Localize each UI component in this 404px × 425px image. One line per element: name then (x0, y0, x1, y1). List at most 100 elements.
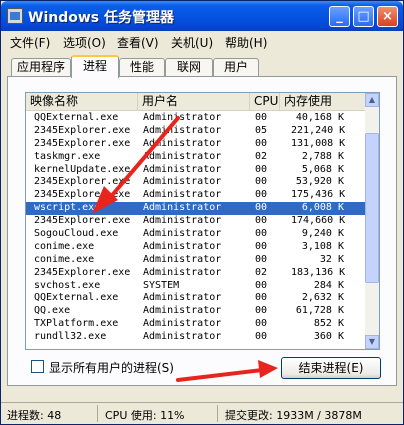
status-divider (97, 405, 98, 422)
show-all-users-checkbox[interactable] (31, 360, 44, 373)
task-manager-window: Windows 任务管理器 _ □ × 文件(F) 选项(O) 查看(V) 关机… (0, 0, 404, 425)
process-row[interactable]: 2345Explorer.exe Administrator 02 183,136 K (26, 267, 367, 280)
process-memory: 284 K (313, 279, 344, 291)
process-row[interactable]: QQExternal.exe Administrator 00 40,168 K (26, 112, 367, 125)
process-memory: 40,168 K (295, 112, 344, 123)
process-row[interactable]: taskmgr.exe Administrator 02 2,788 K (26, 151, 367, 164)
minimize-button[interactable]: _ (329, 6, 350, 27)
menu-shutdown[interactable]: 关机(U) (171, 34, 213, 51)
menu-help[interactable]: 帮助(H) (225, 34, 267, 51)
process-cpu: 00 (255, 202, 268, 214)
process-memory: 32 K (319, 253, 344, 265)
process-cpu: 00 (255, 228, 268, 240)
process-row[interactable]: rundll32.exe Administrator 00 360 K (26, 331, 367, 344)
process-row[interactable]: 2345Explorer.exe Administrator 00 131,008 K (26, 138, 367, 151)
process-user: Administrator (143, 318, 222, 330)
process-name: kernelUpdate.exe (34, 163, 131, 175)
task-manager-icon (7, 8, 23, 24)
process-name: taskmgr.exe (34, 150, 101, 162)
process-user: Administrator (143, 331, 222, 343)
vertical-scrollbar[interactable]: ▲ ▼ (365, 93, 379, 349)
process-row[interactable]: wscript.exe Administrator 00 6,008 K (26, 202, 367, 216)
close-button[interactable]: × (377, 6, 398, 27)
column-cpu[interactable]: CPU (250, 93, 280, 111)
scroll-up-icon[interactable]: ▲ (365, 93, 379, 107)
process-user: Administrator (143, 124, 222, 136)
process-memory: 61,728 K (295, 305, 344, 317)
process-row[interactable]: QQ.exe Administrator 00 61,728 K (26, 305, 367, 318)
end-process-button[interactable]: 结束进程(E) (281, 357, 381, 379)
process-cpu: 00 (255, 292, 268, 304)
process-memory: 9,240 K (301, 228, 344, 240)
process-cpu: 00 (255, 318, 268, 330)
process-rows: QQExternal.exe Administrator 00 40,168 K 234… (26, 112, 367, 344)
process-memory: 53,920 K (295, 176, 344, 188)
process-user: Administrator (143, 292, 222, 304)
process-cpu: 05 (255, 124, 268, 136)
scroll-thumb[interactable] (365, 133, 379, 283)
process-name: QQExternal.exe (34, 292, 119, 304)
process-row[interactable]: 2345Explorer.exe Administrator 00 175,436 K (26, 189, 367, 202)
maximize-button[interactable]: □ (353, 6, 374, 27)
menu-options[interactable]: 选项(O) (63, 34, 106, 51)
process-cpu: 00 (255, 331, 268, 343)
column-user-name[interactable]: 用户名 (138, 93, 250, 111)
status-bar: 进程数: 48 CPU 使用: 11% 提交更改: 1933M / 3878M (1, 402, 403, 424)
status-cpu-usage: CPU 使用: 11% (105, 409, 185, 422)
process-cpu: 02 (255, 266, 268, 278)
process-memory: 2,632 K (301, 292, 344, 304)
process-list[interactable]: 映像名称 用户名 CPU 内存使用 QQExternal.exe Administ… (25, 92, 380, 350)
process-name: QQExternal.exe (34, 112, 119, 123)
tab-users[interactable]: 用户 (213, 58, 259, 77)
process-name: TXPlatform.exe (34, 318, 119, 330)
process-row[interactable]: kernelUpdate.exe Administrator 00 5,068 K (26, 164, 367, 177)
menu-view[interactable]: 查看(V) (117, 34, 159, 51)
tab-applications[interactable]: 应用程序 (11, 58, 71, 77)
tab-processes[interactable]: 进程 (71, 55, 119, 78)
process-row[interactable]: 2345Explorer.exe Administrator 00 53,920 K (26, 176, 367, 189)
title-bar[interactable]: Windows 任务管理器 _ □ × (1, 1, 403, 31)
process-user: Administrator (143, 266, 222, 278)
process-memory: 3,108 K (301, 240, 344, 252)
process-row[interactable]: conime.exe Administrator 00 32 K (26, 254, 367, 267)
process-memory: 5,068 K (301, 163, 344, 175)
process-name: conime.exe (34, 253, 95, 265)
process-row[interactable]: TXPlatform.exe Administrator 00 852 K (26, 318, 367, 331)
process-user: Administrator (143, 176, 222, 188)
process-cpu: 00 (255, 240, 268, 252)
process-name: 2345Explorer.exe (34, 215, 131, 227)
process-row[interactable]: svchost.exe SYSTEM 00 284 K (26, 280, 367, 293)
process-user: Administrator (143, 150, 222, 162)
tab-networking[interactable]: 联网 (165, 58, 213, 77)
process-user: Administrator (143, 228, 222, 240)
process-row[interactable]: 2345Explorer.exe Administrator 00 174,660 K (26, 215, 367, 228)
scroll-down-icon[interactable]: ▼ (365, 335, 379, 349)
process-user: Administrator (143, 189, 222, 201)
process-user: Administrator (143, 112, 222, 123)
process-name: svchost.exe (34, 279, 101, 291)
process-cpu: 00 (255, 305, 268, 317)
process-memory: 852 K (313, 318, 344, 330)
process-row[interactable]: conime.exe Administrator 00 3,108 K (26, 241, 367, 254)
process-memory: 6,008 K (301, 202, 344, 214)
process-name: 2345Explorer.exe (34, 137, 131, 149)
tab-performance[interactable]: 性能 (119, 58, 165, 77)
process-row[interactable]: 2345Explorer.exe Administrator 05 221,240 K (26, 125, 367, 138)
process-name: QQ.exe (34, 305, 71, 317)
process-memory: 183,136 K (291, 266, 346, 278)
process-user: Administrator (143, 240, 222, 252)
menu-file[interactable]: 文件(F) (10, 34, 50, 51)
column-memory[interactable]: 内存使用 (280, 93, 367, 111)
process-row[interactable]: SogouCloud.exe Administrator 00 9,240 K (26, 228, 367, 241)
process-cpu: 00 (255, 112, 268, 123)
process-user: Administrator (143, 163, 222, 175)
process-user: Administrator (143, 202, 222, 214)
process-cpu: 00 (255, 176, 268, 188)
process-name: 2345Explorer.exe (34, 176, 131, 188)
process-row[interactable]: QQExternal.exe Administrator 00 2,632 K (26, 292, 367, 305)
process-name: wscript.exe (34, 202, 101, 214)
process-memory: 131,008 K (291, 137, 346, 149)
column-image-name[interactable]: 映像名称 (26, 93, 138, 111)
status-commit-charge: 提交更改: 1933M / 3878M (225, 409, 362, 422)
process-cpu: 00 (255, 137, 268, 149)
